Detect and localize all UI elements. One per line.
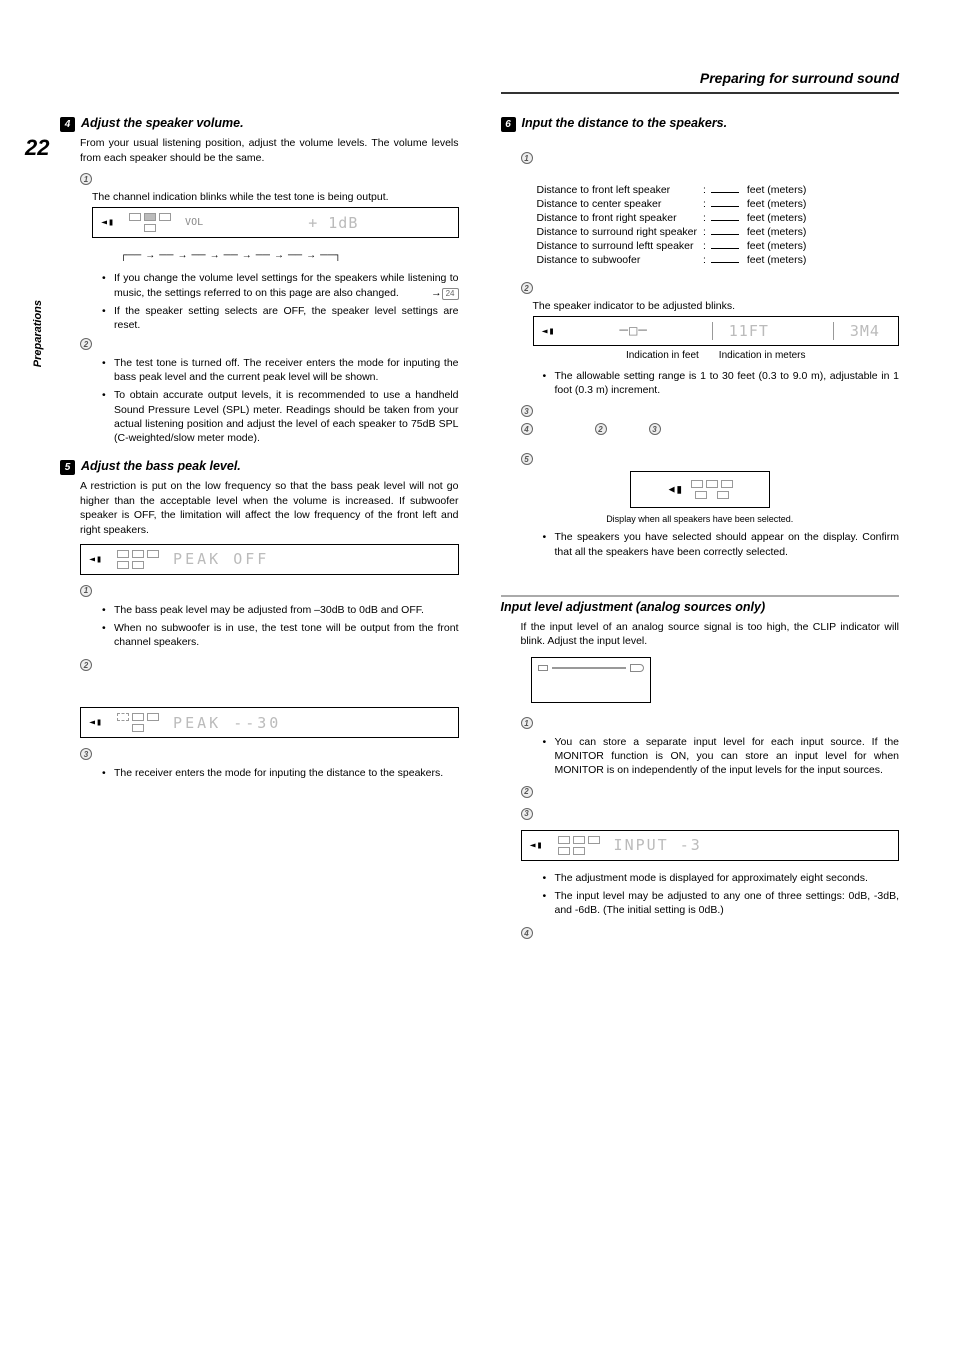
s5-substep-3-badge: 3 <box>80 748 92 760</box>
input-level-title: Input level adjustment (analog sources o… <box>501 600 900 614</box>
il-substep-3-badge: 3 <box>521 808 533 820</box>
il-substep-2-badge: 2 <box>521 786 533 798</box>
step-6-title: Input the distance to the speakers. <box>522 116 728 130</box>
step-5-title: Adjust the bass peak level. <box>81 459 241 473</box>
step-5-badge: 5 <box>60 460 75 475</box>
step4-sub1-bullets: If you change the volume level settings … <box>92 271 459 332</box>
lcd-display-vol: ◄▮ VOL + 1dB <box>92 207 459 238</box>
s6-substep-1-badge: 1 <box>521 152 533 164</box>
speaker-display-caption: Display when all speakers have been sele… <box>501 514 900 524</box>
distance-table: Distance to front left speaker: feet (me… <box>533 182 811 268</box>
lcd-display-input: ◄▮ INPUT -3 <box>521 830 900 861</box>
il-substep-4-badge: 4 <box>521 927 533 939</box>
indication-feet-label: Indication in feet <box>626 350 699 361</box>
input-level-notes: The adjustment mode is displayed for app… <box>533 871 900 918</box>
step-6-badge: 6 <box>501 117 516 132</box>
s6-substep-3-badge: 3 <box>521 405 533 417</box>
section-title: Preparing for surround sound <box>501 70 900 86</box>
step5-sub1-bullets: The bass peak level may be adjusted from… <box>92 603 459 650</box>
step-4-badge: 4 <box>60 117 75 132</box>
lcd-display-peak-30: ◄▮ PEAK --30 <box>80 707 459 738</box>
s6-sub5-bullets: The speakers you have selected should ap… <box>533 530 900 558</box>
lcd-display-distance: ◄▮ ─□─ 11FT 3M4 <box>533 316 900 346</box>
flow-diagram: ┌──→──→──→──→──→──→──┐ <box>120 250 459 261</box>
sidebar-tab-label: Preparations <box>32 300 44 367</box>
lcd-caption-2: The speaker indicator to be adjusted bli… <box>533 300 900 312</box>
lcd-caption-1: The channel indication blinks while the … <box>92 191 459 203</box>
input-level-intro: If the input level of an analog source s… <box>521 620 900 649</box>
il-substep-1-badge: 1 <box>521 717 533 729</box>
lcd-display-peak-off: ◄▮ PEAK OFF <box>80 544 459 575</box>
step-5-intro: A restriction is put on the low frequenc… <box>80 479 459 538</box>
s6-substep-2-badge: 2 <box>521 282 533 294</box>
page-number: 22 <box>25 135 49 161</box>
s5-substep-1-badge: 1 <box>80 585 92 597</box>
substep-1-badge: 1 <box>80 173 92 185</box>
clip-indicator-diagram <box>531 657 651 703</box>
s6-substep-4-badge: 4 <box>521 423 533 435</box>
indication-meters-label: Indication in meters <box>719 350 806 361</box>
s6-sub2-bullets: The allowable setting range is 1 to 30 f… <box>533 369 900 397</box>
s5-substep-2-badge: 2 <box>80 659 92 671</box>
substep-2-badge: 2 <box>80 338 92 350</box>
step-4-title: Adjust the speaker volume. <box>81 116 244 130</box>
lcd-display-speakers: ◄▮ <box>630 471 770 508</box>
step-4-intro: From your usual listening position, adju… <box>80 136 459 165</box>
step5-sub3-bullets: The receiver enters the mode for inputin… <box>92 766 459 780</box>
s6-substep-5-badge: 5 <box>521 453 533 465</box>
step4-sub2-bullets: The test tone is turned off. The receive… <box>92 356 459 445</box>
input-level-sub1-bullets: You can store a separate input level for… <box>533 735 900 778</box>
